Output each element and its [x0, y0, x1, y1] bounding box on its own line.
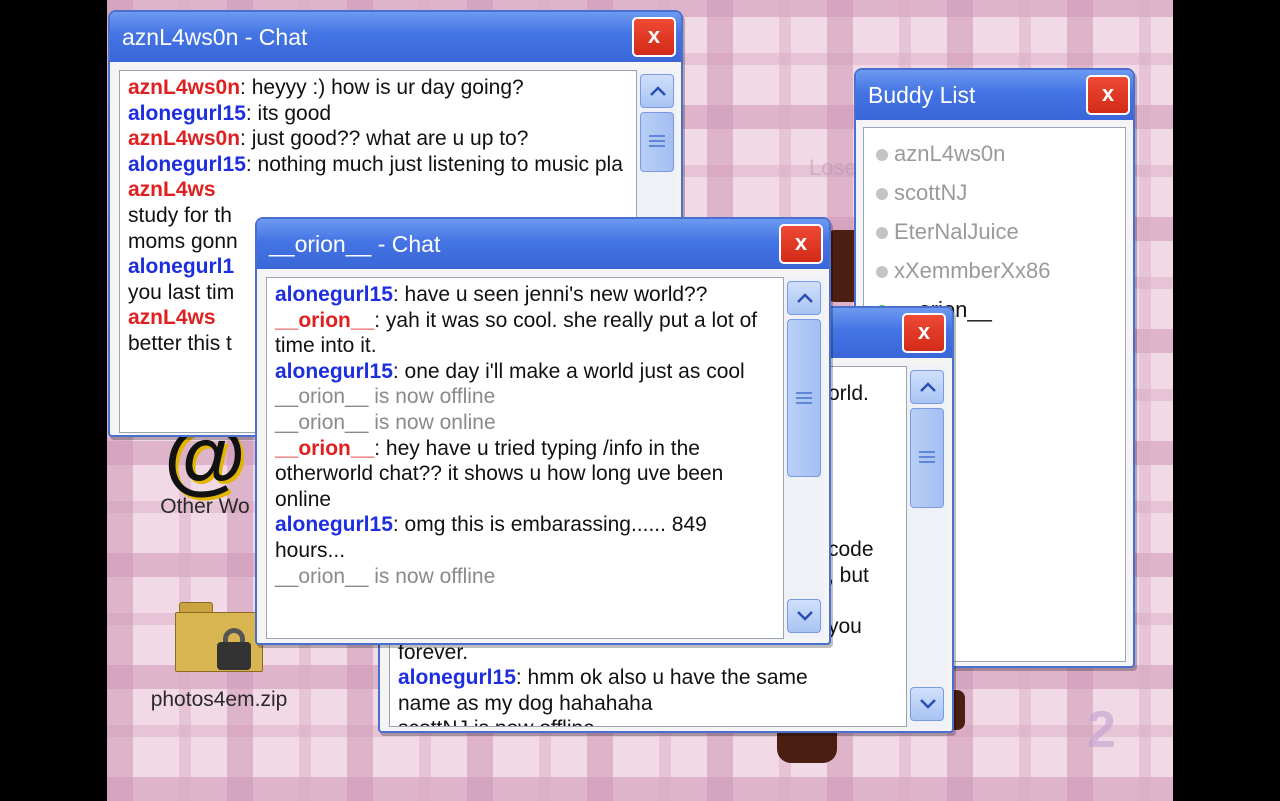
window-title: __orion__ - Chat: [269, 231, 441, 257]
message-text: : one day i'll make a world just as cool: [392, 359, 745, 383]
status-dot-icon: [876, 188, 888, 201]
message-text: moms gonn: [128, 229, 238, 253]
close-button[interactable]: x: [1086, 75, 1130, 115]
status-dot-icon: [876, 266, 888, 279]
chat-message: __orion__: hey have u tried typing /info…: [275, 436, 775, 513]
message-text: you last tim: [128, 280, 235, 304]
desktop-icon-label: Other Wo: [160, 495, 250, 518]
chat-transcript: alonegurl15: have u seen jenni's new wor…: [266, 277, 784, 639]
username: aznL4ws: [128, 306, 216, 330]
chat-message: aznL4ws0n: heyyy :) how is ur day going?: [128, 75, 628, 101]
username: alonegurl15: [128, 152, 246, 176]
chevron-up-icon: [797, 293, 813, 303]
chat-message: alonegurl15: omg this is embarassing....…: [275, 512, 775, 563]
username: aznL4ws: [128, 178, 216, 202]
window-titlebar[interactable]: Buddy List x: [856, 70, 1133, 120]
message-text: orld.: [828, 382, 869, 405]
message-text: __orion__ is now online: [275, 410, 496, 434]
chevron-up-icon: [650, 86, 666, 96]
message-text: : nothing much just listening to music p…: [245, 152, 623, 176]
message-text: you: [828, 615, 862, 638]
scroll-thumb[interactable]: [787, 319, 821, 477]
buddy-item[interactable]: EterNalJuice: [876, 212, 1125, 251]
window-title: Buddy List: [868, 82, 976, 108]
chat-message: alonegurl15: its good: [128, 101, 628, 127]
window-titlebar[interactable]: __orion__ - Chat x: [257, 219, 829, 269]
locked-folder-icon: [173, 598, 265, 678]
scrollbar[interactable]: [907, 366, 947, 727]
buddy-item[interactable]: scottNJ: [876, 173, 1125, 212]
message-text: scottNJ is now offline: [398, 717, 595, 726]
message-text: study for th: [128, 203, 232, 227]
message-text: , but: [828, 564, 869, 587]
username: alonegurl1: [128, 255, 235, 279]
system-message: __orion__ is now online: [275, 410, 775, 436]
message-text: code: [828, 538, 874, 561]
close-button[interactable]: x: [902, 313, 946, 353]
username: alonegurl15: [398, 666, 516, 689]
message-text: __orion__ is now offline: [275, 564, 496, 588]
scroll-up-button[interactable]: [910, 370, 944, 404]
username: aznL4ws0n: [128, 76, 241, 99]
username: alonegurl15: [275, 513, 393, 537]
chevron-up-icon: [920, 382, 936, 392]
message-text: __orion__ is now offline: [275, 385, 496, 409]
chat-message: alonegurl15: nothing much just listening…: [128, 152, 628, 178]
system-message: __orion__ is now offline: [275, 384, 775, 410]
scroll-thumb[interactable]: [640, 112, 674, 172]
message-text: : have u seen jenni's new world??: [392, 283, 708, 306]
scroll-up-button[interactable]: [787, 281, 821, 315]
close-button[interactable]: x: [779, 224, 823, 264]
buddy-item[interactable]: aznL4ws0n: [876, 134, 1125, 173]
buddy-name: xXemmberXx86: [894, 258, 1051, 283]
chat-message: alonegurl15: have u seen jenni's new wor…: [275, 282, 775, 308]
scroll-thumb[interactable]: [910, 408, 944, 508]
chat-message: aznL4ws0n: just good?? what are u up to?: [128, 126, 628, 152]
status-dot-icon: [876, 227, 888, 240]
close-button[interactable]: x: [632, 17, 676, 57]
chevron-down-icon: [920, 699, 936, 709]
desktop-icon-label: photos4em.zip: [150, 688, 288, 711]
chat-window-orion: __orion__ - Chat x alonegurl15: have u s…: [255, 217, 831, 645]
buddy-name: aznL4ws0n: [894, 141, 1006, 166]
message-text: better this t: [128, 331, 232, 355]
username: alonegurl15: [275, 359, 393, 383]
buddy-name: EterNalJuice: [894, 219, 1019, 244]
system-message: __orion__ is now offline: [275, 564, 775, 590]
scrollbar[interactable]: [784, 277, 824, 639]
desktop: LoseAmp R 2 @ Other Wo photos4em.zip Bud…: [107, 0, 1173, 801]
chevron-down-icon: [797, 611, 813, 621]
chat-message: alonegurl15: hmm ok also u have the same…: [398, 665, 828, 716]
scroll-down-button[interactable]: [787, 599, 821, 633]
window-titlebar[interactable]: aznL4ws0n - Chat x: [110, 12, 681, 62]
wallpaper-deco: 2: [1087, 701, 1116, 759]
scroll-down-button[interactable]: [910, 687, 944, 721]
buddy-item[interactable]: xXemmberXx86: [876, 251, 1125, 290]
buddy-name: scottNJ: [894, 180, 968, 205]
username: __orion__: [275, 308, 375, 332]
message-text: : its good: [245, 101, 332, 125]
username: alonegurl15: [128, 101, 246, 125]
status-dot-icon: [876, 149, 888, 162]
window-title: aznL4ws0n - Chat: [122, 24, 308, 50]
chat-message: alonegurl15: one day i'll make a world j…: [275, 359, 775, 385]
message-text: : just good?? what are u up to?: [240, 127, 529, 151]
chat-message: __orion__: yah it was so cool. she reall…: [275, 308, 775, 359]
username: __orion__: [275, 436, 375, 460]
scroll-up-button[interactable]: [640, 74, 674, 108]
username: alonegurl15: [275, 283, 393, 306]
username: aznL4ws0n: [128, 127, 241, 151]
message-text: : heyyy :) how is ur day going?: [240, 76, 524, 99]
chat-message: scottNJ is now offline: [398, 716, 595, 726]
